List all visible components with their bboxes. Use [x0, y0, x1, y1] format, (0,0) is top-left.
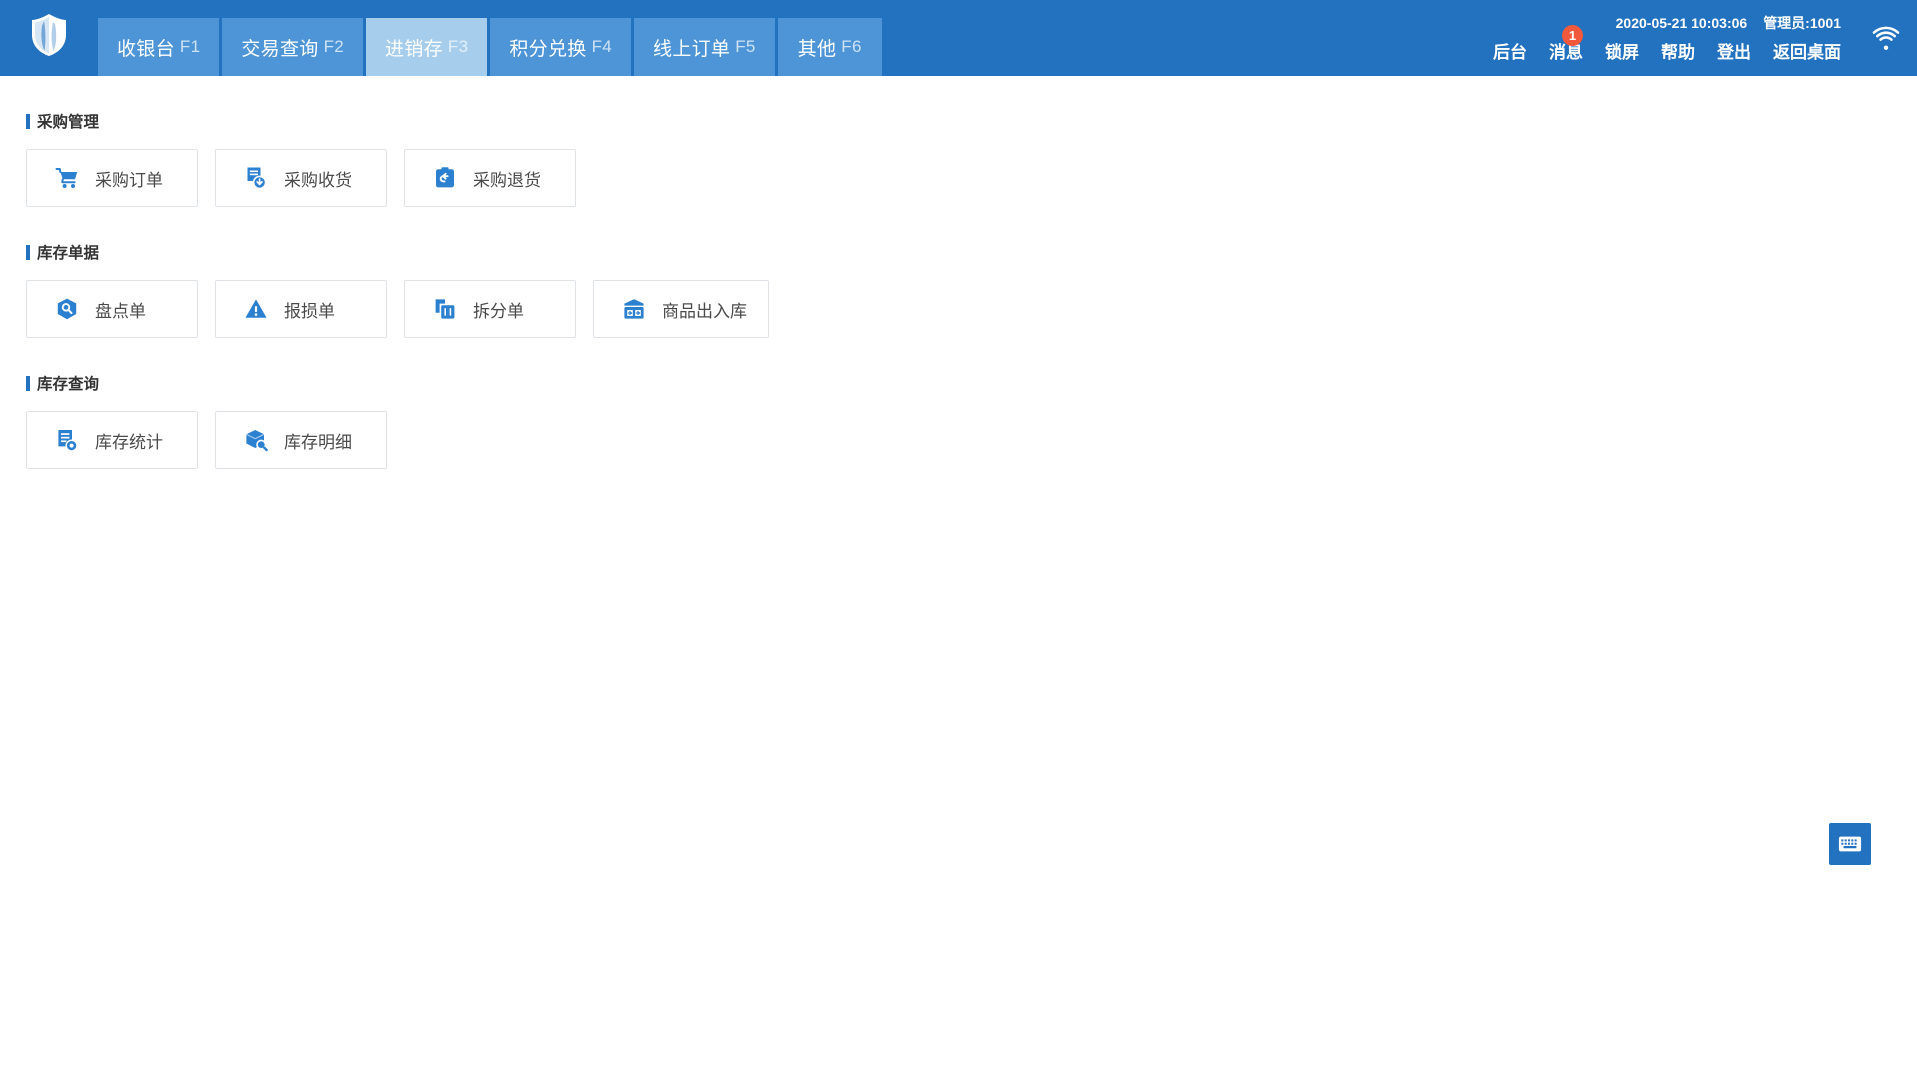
card-label: 报损单: [284, 297, 335, 322]
app-header: 收银台 F1 交易查询 F2 进销存 F3 积分兑换 F4 线上订单 F5 其他…: [0, 0, 1917, 76]
tab-other[interactable]: 其他 F6: [778, 18, 882, 76]
section-inventory-documents: 库存单据 盘点单: [26, 241, 1917, 338]
keyboard-icon: [1838, 834, 1862, 854]
header-right-panel: 2020-05-21 10:03:06 管理员:1001 后台 消息 1 锁屏: [1493, 0, 1917, 76]
tab-label: 交易查询: [241, 34, 318, 61]
wifi-icon[interactable]: [1871, 26, 1901, 50]
card-label: 库存统计: [95, 428, 163, 453]
warning-triangle-icon: [244, 297, 268, 321]
card-label: 库存明细: [284, 428, 352, 453]
card-inventory-statistics[interactable]: 库存统计: [26, 411, 198, 469]
tab-inventory[interactable]: 进销存 F3: [366, 18, 487, 76]
nav-help[interactable]: 帮助: [1661, 38, 1695, 63]
header-nav[interactable]: 后台 消息 1 锁屏 帮助 登出 返: [1493, 38, 1845, 63]
warehouse-icon: [622, 297, 646, 321]
card-label: 采购订单: [95, 166, 163, 191]
tab-points-exchange[interactable]: 积分兑换 F4: [490, 18, 631, 76]
card-label: 采购收货: [284, 166, 352, 191]
card-label: 盘点单: [95, 297, 146, 322]
section-accent-bar: [26, 376, 30, 391]
shield-logo-icon: [29, 13, 69, 57]
nav-label: 消息: [1549, 43, 1583, 62]
operator-label: 管理员:1001: [1763, 13, 1841, 33]
return-clipboard-icon: [433, 166, 457, 190]
tab-fkey: F1: [180, 37, 200, 57]
card-goods-in-out[interactable]: 商品出入库: [593, 280, 769, 338]
section-purchase-management: 采购管理 采购订单: [26, 110, 1917, 207]
nav-label: 后台: [1493, 43, 1527, 62]
card-split-order[interactable]: 拆分单: [404, 280, 576, 338]
tab-online-orders[interactable]: 线上订单 F5: [634, 18, 775, 76]
card-purchase-receipt[interactable]: 采购收货: [215, 149, 387, 207]
stocktake-search-icon: [55, 297, 79, 321]
card-row-inventory-query: 库存统计 库存明细: [26, 411, 1917, 469]
section-header: 采购管理: [26, 110, 1917, 132]
nav-logout[interactable]: 登出: [1717, 38, 1751, 63]
tab-label: 其他: [798, 34, 837, 61]
section-accent-bar: [26, 245, 30, 260]
nav-return-desktop[interactable]: 返回桌面: [1773, 38, 1841, 63]
card-label: 商品出入库: [662, 297, 747, 322]
main-tab-bar[interactable]: 收银台 F1 交易查询 F2 进销存 F3 积分兑换 F4 线上订单 F5 其他…: [98, 0, 882, 76]
card-inventory-detail[interactable]: 库存明细: [215, 411, 387, 469]
section-accent-bar: [26, 114, 30, 129]
app-logo: [0, 0, 98, 76]
card-row-inventory-documents: 盘点单 报损单: [26, 280, 1917, 338]
box-search-icon: [244, 428, 268, 452]
split-copy-icon: [433, 297, 457, 321]
receipt-download-icon: [244, 166, 268, 190]
nav-label: 锁屏: [1605, 43, 1639, 62]
report-stats-icon: [55, 428, 79, 452]
tab-label: 线上订单: [653, 34, 730, 61]
nav-label: 返回桌面: [1773, 43, 1841, 62]
nav-messages[interactable]: 消息 1: [1549, 38, 1583, 63]
card-label: 采购退货: [473, 166, 541, 191]
card-label: 拆分单: [473, 297, 524, 322]
wifi-glyph: [1871, 26, 1901, 50]
card-purchase-order[interactable]: 采购订单: [26, 149, 198, 207]
section-header: 库存单据: [26, 241, 1917, 263]
tab-fkey: F5: [735, 37, 755, 57]
tab-fkey: F4: [592, 37, 612, 57]
card-stocktake[interactable]: 盘点单: [26, 280, 198, 338]
card-purchase-return[interactable]: 采购退货: [404, 149, 576, 207]
virtual-keyboard-button[interactable]: [1829, 823, 1871, 865]
shopping-cart-icon: [55, 166, 79, 190]
card-damage-report[interactable]: 报损单: [215, 280, 387, 338]
nav-lock-screen[interactable]: 锁屏: [1605, 38, 1639, 63]
section-title-text: 采购管理: [37, 110, 99, 132]
nav-label: 帮助: [1661, 43, 1695, 62]
tab-label: 收银台: [117, 34, 175, 61]
tab-label: 积分兑换: [509, 34, 586, 61]
nav-backend[interactable]: 后台: [1493, 38, 1527, 63]
header-meta: 2020-05-21 10:03:06 管理员:1001: [1616, 13, 1845, 33]
tab-fkey: F6: [841, 37, 861, 57]
current-datetime: 2020-05-21 10:03:06: [1616, 15, 1748, 31]
tab-fkey: F3: [448, 37, 468, 57]
tab-cashier[interactable]: 收银台 F1: [98, 18, 219, 76]
page-content: 采购管理 采购订单: [0, 76, 1917, 1080]
section-title-text: 库存单据: [37, 241, 99, 263]
section-inventory-query: 库存查询 库存统计: [26, 372, 1917, 469]
tab-fkey: F2: [324, 37, 344, 57]
message-count-badge: 1: [1562, 25, 1583, 46]
tab-transaction-query[interactable]: 交易查询 F2: [222, 18, 363, 76]
tab-label: 进销存: [385, 34, 443, 61]
card-row-purchase: 采购订单 采购收货: [26, 149, 1917, 207]
section-title-text: 库存查询: [37, 372, 99, 394]
nav-label: 登出: [1717, 43, 1751, 62]
section-header: 库存查询: [26, 372, 1917, 394]
